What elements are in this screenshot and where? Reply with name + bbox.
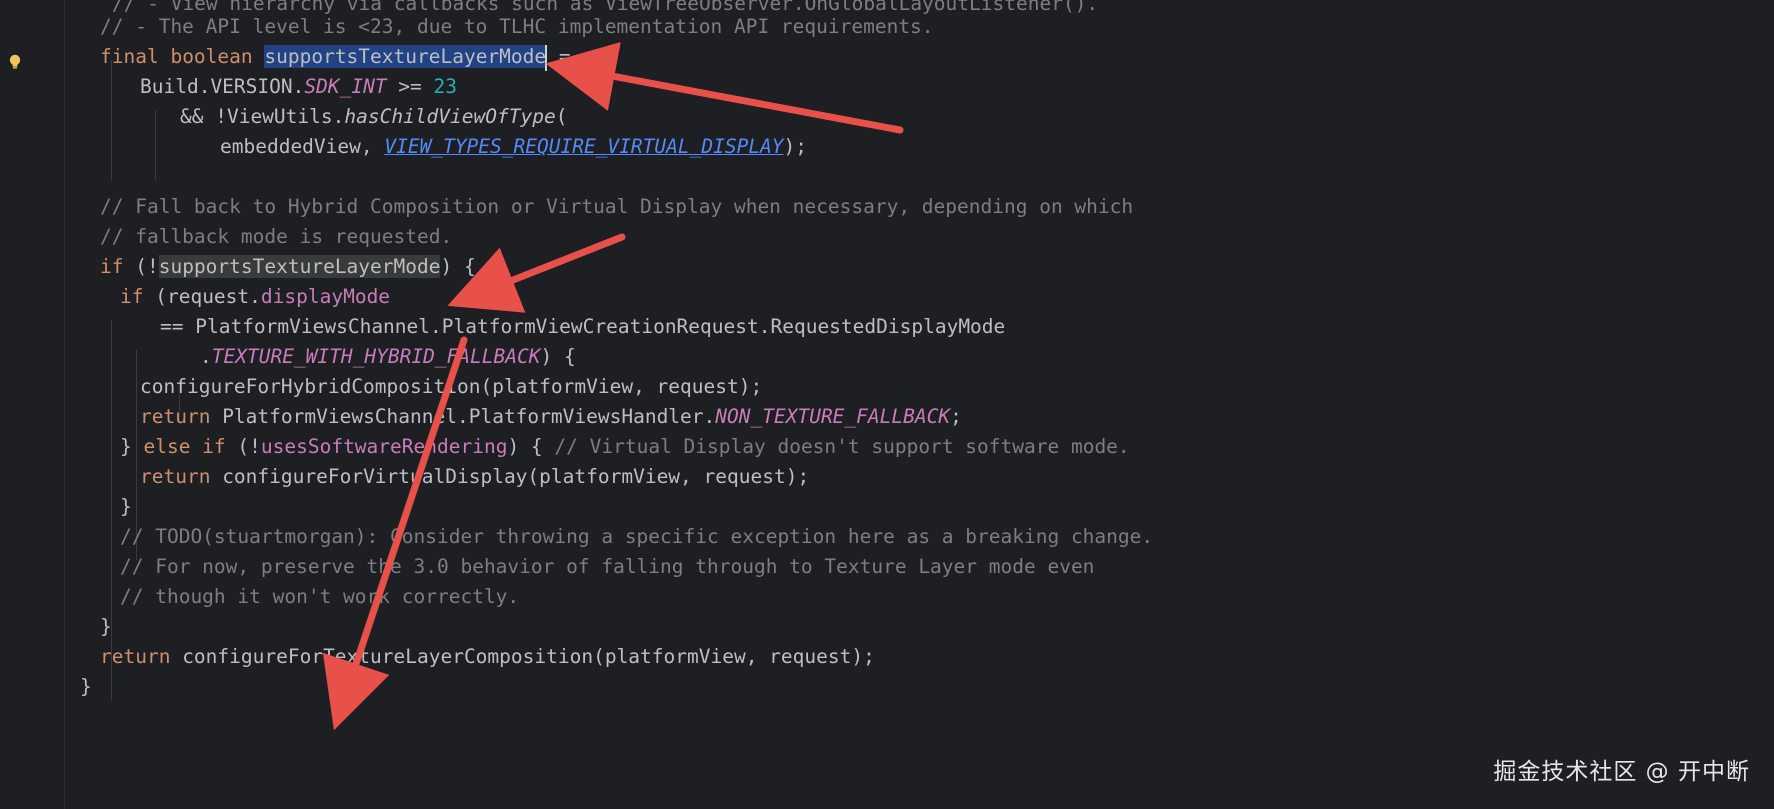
annotation-arrows: [322, 42, 904, 731]
arrow-to-if-check: [447, 233, 626, 313]
arrow-to-declaration: [545, 42, 904, 134]
arrow-to-return: [322, 336, 468, 731]
code-editor[interactable]: // - View hierarchy via callbacks such a…: [0, 0, 1774, 809]
watermark: 掘金技术社区 @ 开中断: [1493, 759, 1750, 785]
